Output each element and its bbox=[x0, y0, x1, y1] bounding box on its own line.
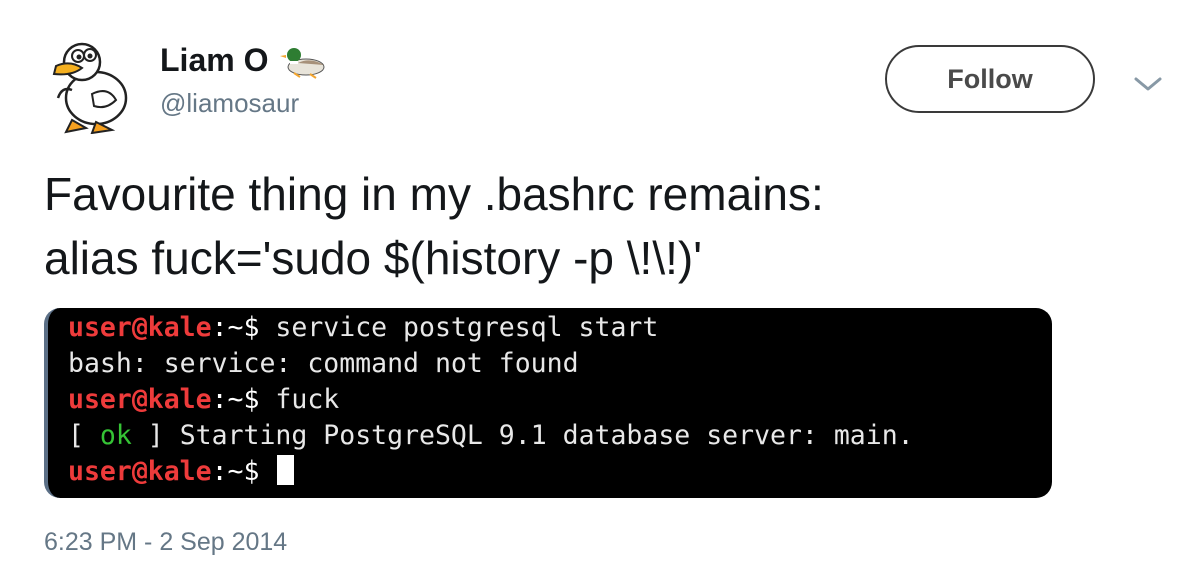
terminal-output: [ bbox=[68, 420, 100, 451]
terminal-command: fuck bbox=[259, 384, 340, 415]
prompt-user: user@kale bbox=[68, 312, 212, 343]
author-name[interactable]: Liam O bbox=[160, 42, 328, 79]
terminal-line: [ ok ] Starting PostgreSQL 9.1 database … bbox=[68, 418, 1052, 454]
terminal-command: service postgresql start bbox=[259, 312, 659, 343]
tweet-text-line: alias fuck='sudo $(history -p \!\!)' bbox=[44, 232, 702, 284]
duck-emoji-icon bbox=[280, 47, 325, 79]
prompt-user: user@kale bbox=[68, 384, 212, 415]
terminal-output: bash: service: command not found bbox=[68, 348, 579, 379]
terminal-screenshot[interactable]: user@kale:~$ service postgresql start ba… bbox=[44, 308, 1052, 498]
follow-button[interactable]: Follow bbox=[885, 45, 1095, 113]
terminal-line: user@kale:~$ fuck bbox=[68, 382, 1052, 418]
prompt-path: :~$ bbox=[211, 456, 260, 487]
prompt-user: user@kale bbox=[68, 456, 212, 487]
terminal-line: bash: service: command not found bbox=[68, 346, 1052, 382]
prompt-path: :~$ bbox=[211, 384, 260, 415]
terminal-line: user@kale:~$ service postgresql start bbox=[68, 310, 1052, 346]
terminal-line: user@kale:~$ bbox=[68, 454, 1052, 490]
avatar[interactable] bbox=[42, 36, 136, 134]
tweet-timestamp[interactable]: 6:23 PM - 2 Sep 2014 bbox=[44, 528, 287, 557]
tweet-text: Favourite thing in my .bashrc remains: a… bbox=[44, 162, 1164, 290]
tweet-text-line: Favourite thing in my .bashrc remains: bbox=[44, 168, 824, 220]
chevron-down-icon[interactable] bbox=[1128, 70, 1168, 98]
ok-status: ok bbox=[99, 420, 132, 451]
author-name-text[interactable]: Liam O bbox=[160, 42, 268, 79]
prompt-path: :~$ bbox=[211, 312, 260, 343]
terminal-output: ] Starting PostgreSQL 9.1 database serve… bbox=[131, 420, 914, 451]
author-handle[interactable]: @liamosaur bbox=[160, 88, 299, 119]
terminal-cursor bbox=[277, 455, 295, 485]
